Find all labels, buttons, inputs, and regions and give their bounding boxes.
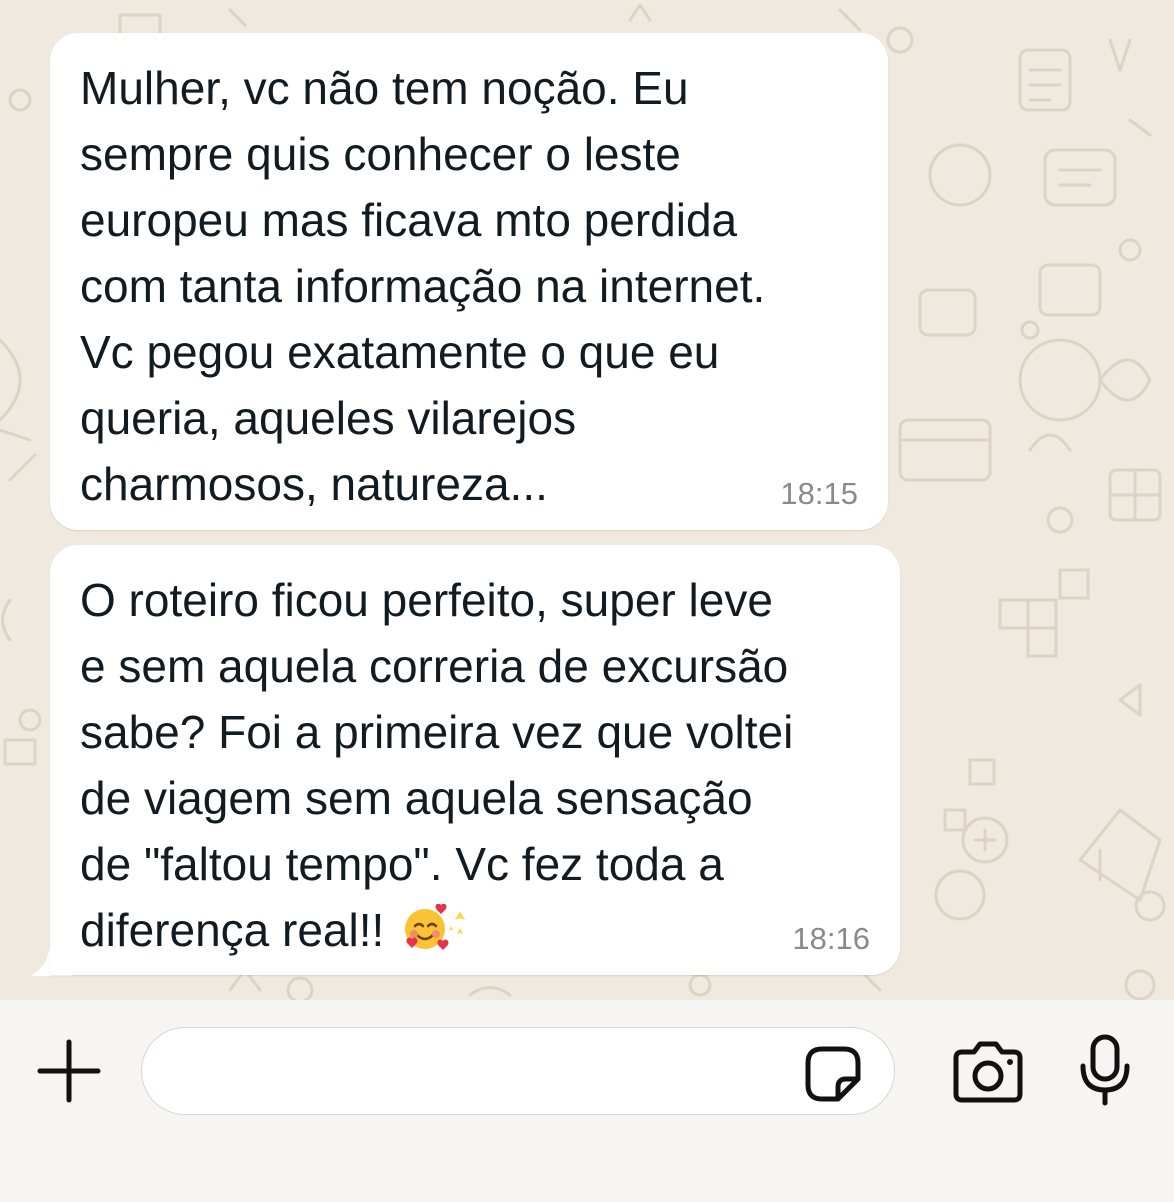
chat-area: Mulher, vc não tem noção. Eu sempre quis… xyxy=(0,0,1174,1000)
message-text: Mulher, vc não tem noção. Eu sempre quis… xyxy=(80,62,766,510)
message-text-content: O roteiro ficou perfeito, super leve e s… xyxy=(80,574,794,956)
plus-icon[interactable] xyxy=(36,1038,102,1104)
message-text: O roteiro ficou perfeito, super leve e s… xyxy=(80,567,878,963)
message-bubble[interactable]: Mulher, vc não tem noção. Eu sempre quis… xyxy=(50,33,888,530)
message-bubble[interactable]: O roteiro ficou perfeito, super leve e s… xyxy=(50,545,900,975)
camera-icon[interactable] xyxy=(950,1040,1026,1104)
message-timestamp: 18:15 xyxy=(780,476,858,511)
microphone-icon[interactable] xyxy=(1078,1034,1132,1106)
message-input[interactable] xyxy=(141,1027,895,1115)
message-timestamp: 18:16 xyxy=(792,921,870,956)
sticker-icon[interactable] xyxy=(802,1043,864,1105)
smiling-face-with-hearts-emoji xyxy=(405,904,466,950)
